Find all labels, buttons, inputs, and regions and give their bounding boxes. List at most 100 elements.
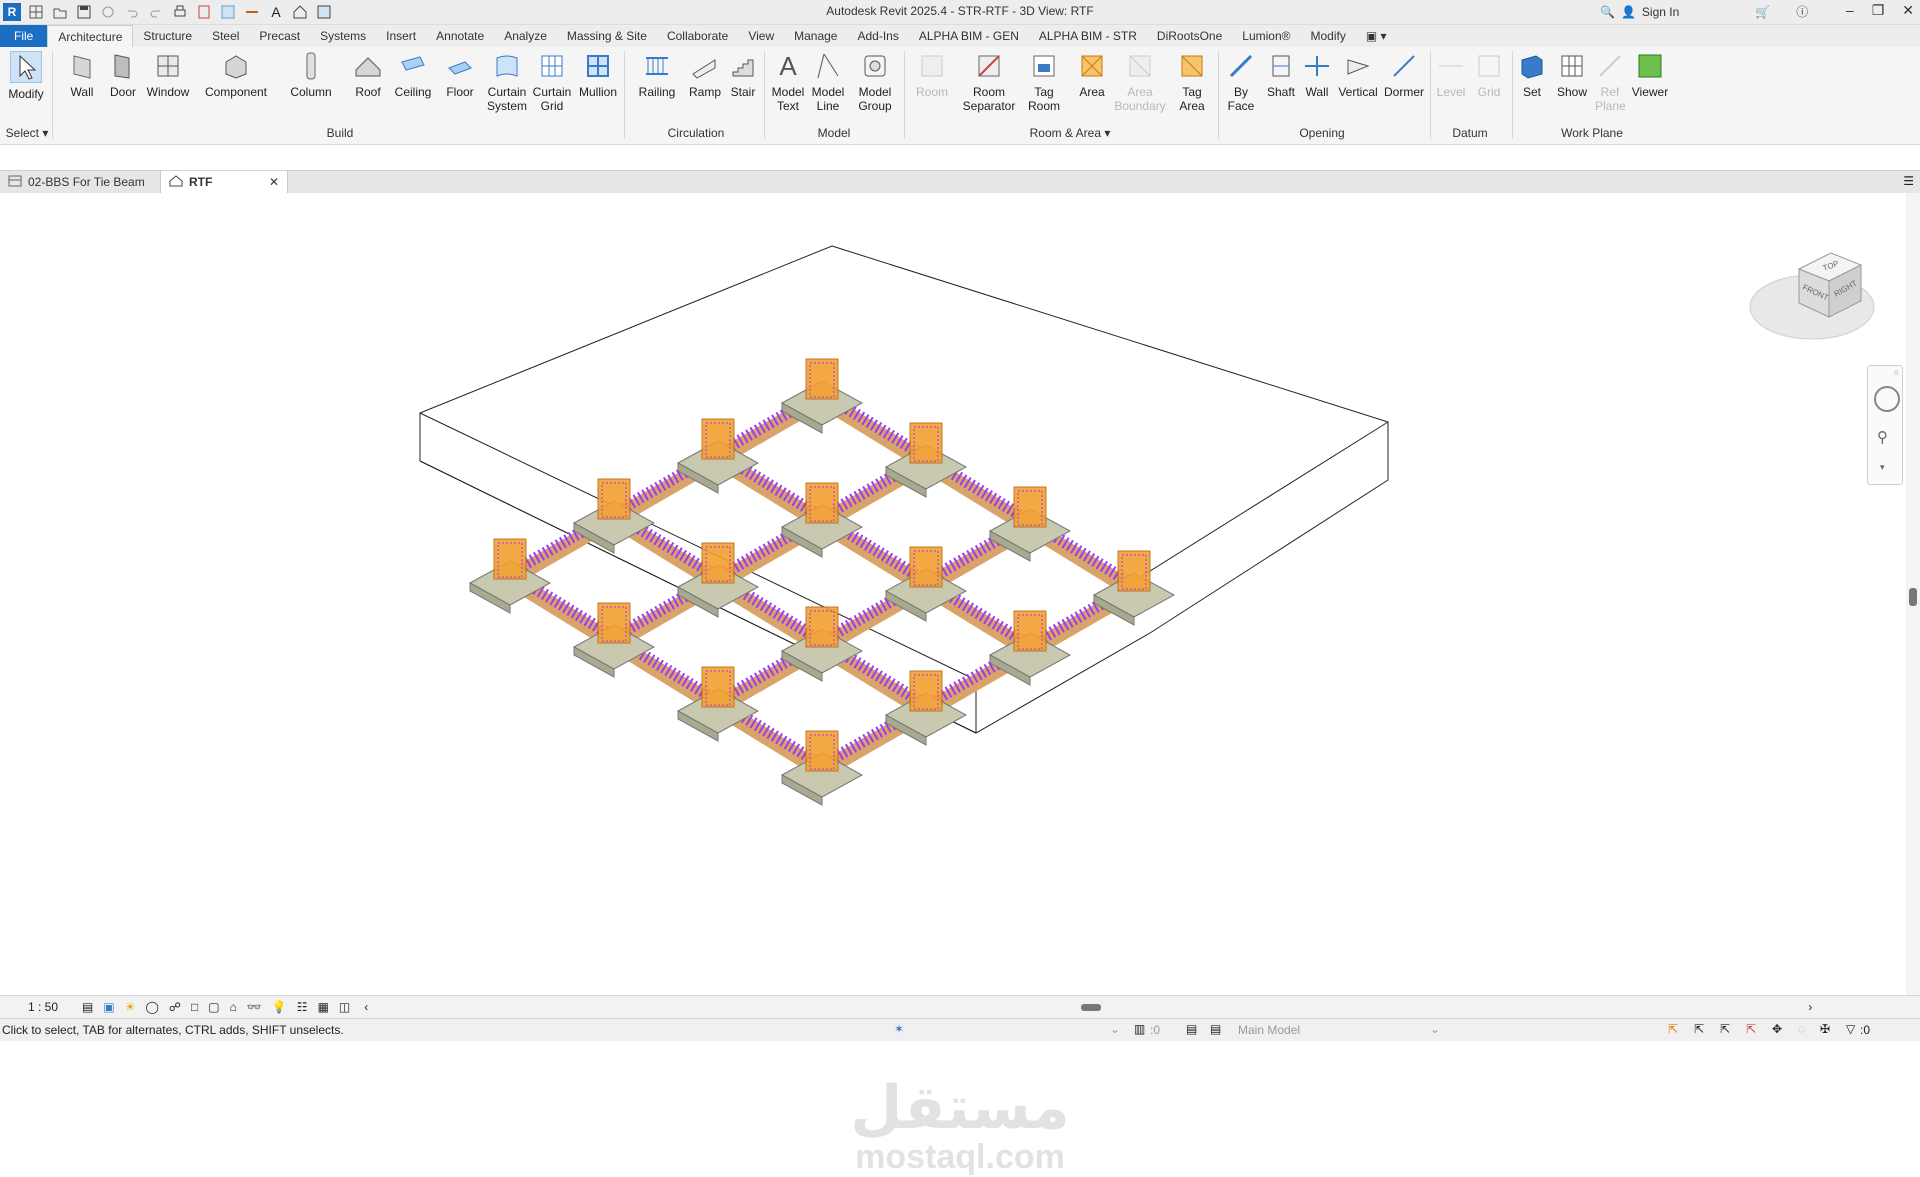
tab-systems[interactable]: Systems	[310, 25, 376, 47]
render-icon[interactable]: ☍	[169, 1000, 181, 1014]
column-pedestal[interactable]	[701, 666, 735, 708]
horizontal-scroll-thumb[interactable]	[1081, 1004, 1102, 1011]
detail-level-icon[interactable]: ▤	[82, 1000, 93, 1014]
tab-collaborate[interactable]: Collaborate	[657, 25, 738, 47]
show-button[interactable]: Show	[1552, 51, 1592, 99]
column-pedestal[interactable]	[909, 670, 943, 712]
section-box[interactable]	[419, 245, 1389, 734]
level-button[interactable]: Level	[1434, 51, 1468, 99]
highlight-displacement-icon[interactable]: ◫	[339, 1000, 350, 1014]
tab-alpha-bim-str[interactable]: ALPHA BIM - STR	[1029, 25, 1147, 47]
tab-massing-site[interactable]: Massing & Site	[557, 25, 657, 47]
main-model-dropdown-icon[interactable]: ⌄	[1430, 1022, 1440, 1036]
vertical-button[interactable]: Vertical	[1336, 51, 1380, 99]
column-pedestal[interactable]	[909, 546, 943, 588]
stair-button[interactable]: Stair	[726, 51, 760, 99]
ref-plane-button[interactable]: Ref Plane	[1592, 51, 1628, 113]
navbar-close-icon[interactable]: ○	[1894, 367, 1899, 377]
cart-icon[interactable]: 🛒	[1755, 5, 1770, 19]
analytical-model-icon[interactable]: ▦	[318, 1000, 329, 1014]
select-pinned-icon[interactable]: ⇱	[1720, 1022, 1730, 1036]
room-separator-button[interactable]: Room Separator	[963, 51, 1015, 113]
column-pedestal[interactable]	[597, 602, 631, 644]
foundation-model-3d[interactable]	[0, 193, 1906, 995]
shadows-icon[interactable]: ◯	[145, 1000, 158, 1014]
tab-view[interactable]: View	[738, 25, 784, 47]
horizontal-scrollbar[interactable]	[368, 1000, 1808, 1014]
tab-annotate[interactable]: Annotate	[426, 25, 494, 47]
navbar-options-icon[interactable]: ▾	[1880, 462, 1885, 473]
background-process-icon[interactable]: ◌	[1798, 1022, 1805, 1036]
column-pedestal[interactable]	[701, 418, 735, 460]
grid-button[interactable]: Grid	[1472, 51, 1506, 99]
viewcube[interactable]: TOP FRONT RIGHT	[1744, 245, 1884, 355]
tab-manage[interactable]: Manage	[784, 25, 847, 47]
workset-dropdown-icon[interactable]: ⌄	[1110, 1022, 1120, 1036]
window-button[interactable]: Window	[143, 51, 193, 99]
tag-room-button[interactable]: Tag Room	[1022, 51, 1066, 113]
sign-in-label[interactable]: Sign In	[1642, 5, 1679, 19]
vertical-scrollbar[interactable]	[1906, 193, 1920, 995]
3d-view-canvas[interactable]: TOP FRONT RIGHT مستقل mostaql.com	[0, 193, 1920, 1176]
ribbon-display-toggle-icon[interactable]: ▣ ▾	[1356, 25, 1397, 47]
binoculars-icon[interactable]: 🔍	[1600, 5, 1615, 19]
component-button[interactable]: Component	[200, 51, 272, 99]
select-links-icon[interactable]: ⇱	[1668, 1022, 1678, 1036]
select-by-face-icon[interactable]: ⇱	[1746, 1022, 1756, 1036]
tab-precast[interactable]: Precast	[249, 25, 310, 47]
tabs-menu-icon[interactable]: ☰	[1903, 174, 1914, 188]
viewer-button[interactable]: Viewer	[1630, 51, 1670, 99]
floor-button[interactable]: Floor	[440, 51, 480, 99]
tab-file[interactable]: File	[0, 25, 48, 47]
dormer-button[interactable]: Dormer	[1382, 51, 1426, 99]
door-button[interactable]: Door	[104, 51, 142, 99]
zoom-icon[interactable]: ⚲	[1877, 428, 1888, 446]
tab-architecture[interactable]: Architecture	[47, 25, 134, 47]
ramp-button[interactable]: Ramp	[685, 51, 725, 99]
tag-area-button[interactable]: Tag Area	[1172, 51, 1212, 113]
column-pedestal[interactable]	[805, 482, 839, 524]
shaft-button[interactable]: Shaft	[1262, 51, 1300, 99]
model-text-button[interactable]: A Model Text	[768, 51, 808, 113]
column-pedestal[interactable]	[1013, 486, 1047, 528]
room-button[interactable]: Room	[910, 51, 954, 99]
temp-properties-icon[interactable]: ☷	[297, 1000, 308, 1014]
doc-tab-bbs[interactable]: 02-BBS For Tie Beam	[0, 171, 153, 193]
vertical-scroll-thumb[interactable]	[1909, 588, 1917, 606]
design-options-icon[interactable]: ▥	[1134, 1022, 1145, 1036]
tab-analyze[interactable]: Analyze	[494, 25, 557, 47]
wall-opening-button[interactable]: Wall	[1300, 51, 1334, 99]
area-button[interactable]: Area	[1074, 51, 1110, 99]
column-pedestal[interactable]	[805, 730, 839, 772]
scroll-right-icon[interactable]: ›	[1808, 1000, 1812, 1014]
roof-button[interactable]: Roof	[350, 51, 386, 99]
column-pedestal[interactable]	[909, 422, 943, 464]
column-pedestal[interactable]	[1117, 550, 1151, 592]
steering-wheel-icon[interactable]	[1874, 386, 1900, 412]
tab-add-ins[interactable]: Add-Ins	[847, 25, 908, 47]
tab-alpha-bim-gen[interactable]: ALPHA BIM - GEN	[909, 25, 1029, 47]
column-pedestal[interactable]	[805, 606, 839, 648]
column-pedestal[interactable]	[597, 478, 631, 520]
restore-icon[interactable]: ❐	[1872, 2, 1885, 19]
mullion-button[interactable]: Mullion	[576, 51, 620, 99]
model-list-icon[interactable]: ▤	[1186, 1022, 1197, 1036]
pan-icon[interactable]: ✠	[1820, 1022, 1830, 1036]
column-pedestal[interactable]	[701, 542, 735, 584]
ceiling-button[interactable]: Ceiling	[390, 51, 436, 99]
tab-modify[interactable]: Modify	[1300, 25, 1355, 47]
select-dropdown[interactable]: Select ▾	[4, 126, 50, 140]
room-area-dropdown[interactable]: Room & Area ▾	[1010, 126, 1130, 140]
tab-lumion[interactable]: Lumion®	[1232, 25, 1300, 47]
wall-button[interactable]: Wall	[60, 51, 104, 99]
help-icon[interactable]: ⓘ	[1796, 3, 1808, 20]
curtain-system-button[interactable]: Curtain System	[484, 51, 530, 113]
reveal-hidden-icon[interactable]: 💡	[272, 1000, 287, 1014]
railing-button[interactable]: Railing	[636, 51, 678, 99]
sun-path-icon[interactable]: ☀	[125, 1000, 136, 1014]
model-group-button[interactable]: Model Group	[852, 51, 898, 113]
model-line-button[interactable]: Model Line	[810, 51, 846, 113]
column-pedestal[interactable]	[493, 538, 527, 580]
modify-button[interactable]: Modify	[6, 51, 46, 101]
drag-elements-icon[interactable]: ✥	[1772, 1022, 1782, 1036]
